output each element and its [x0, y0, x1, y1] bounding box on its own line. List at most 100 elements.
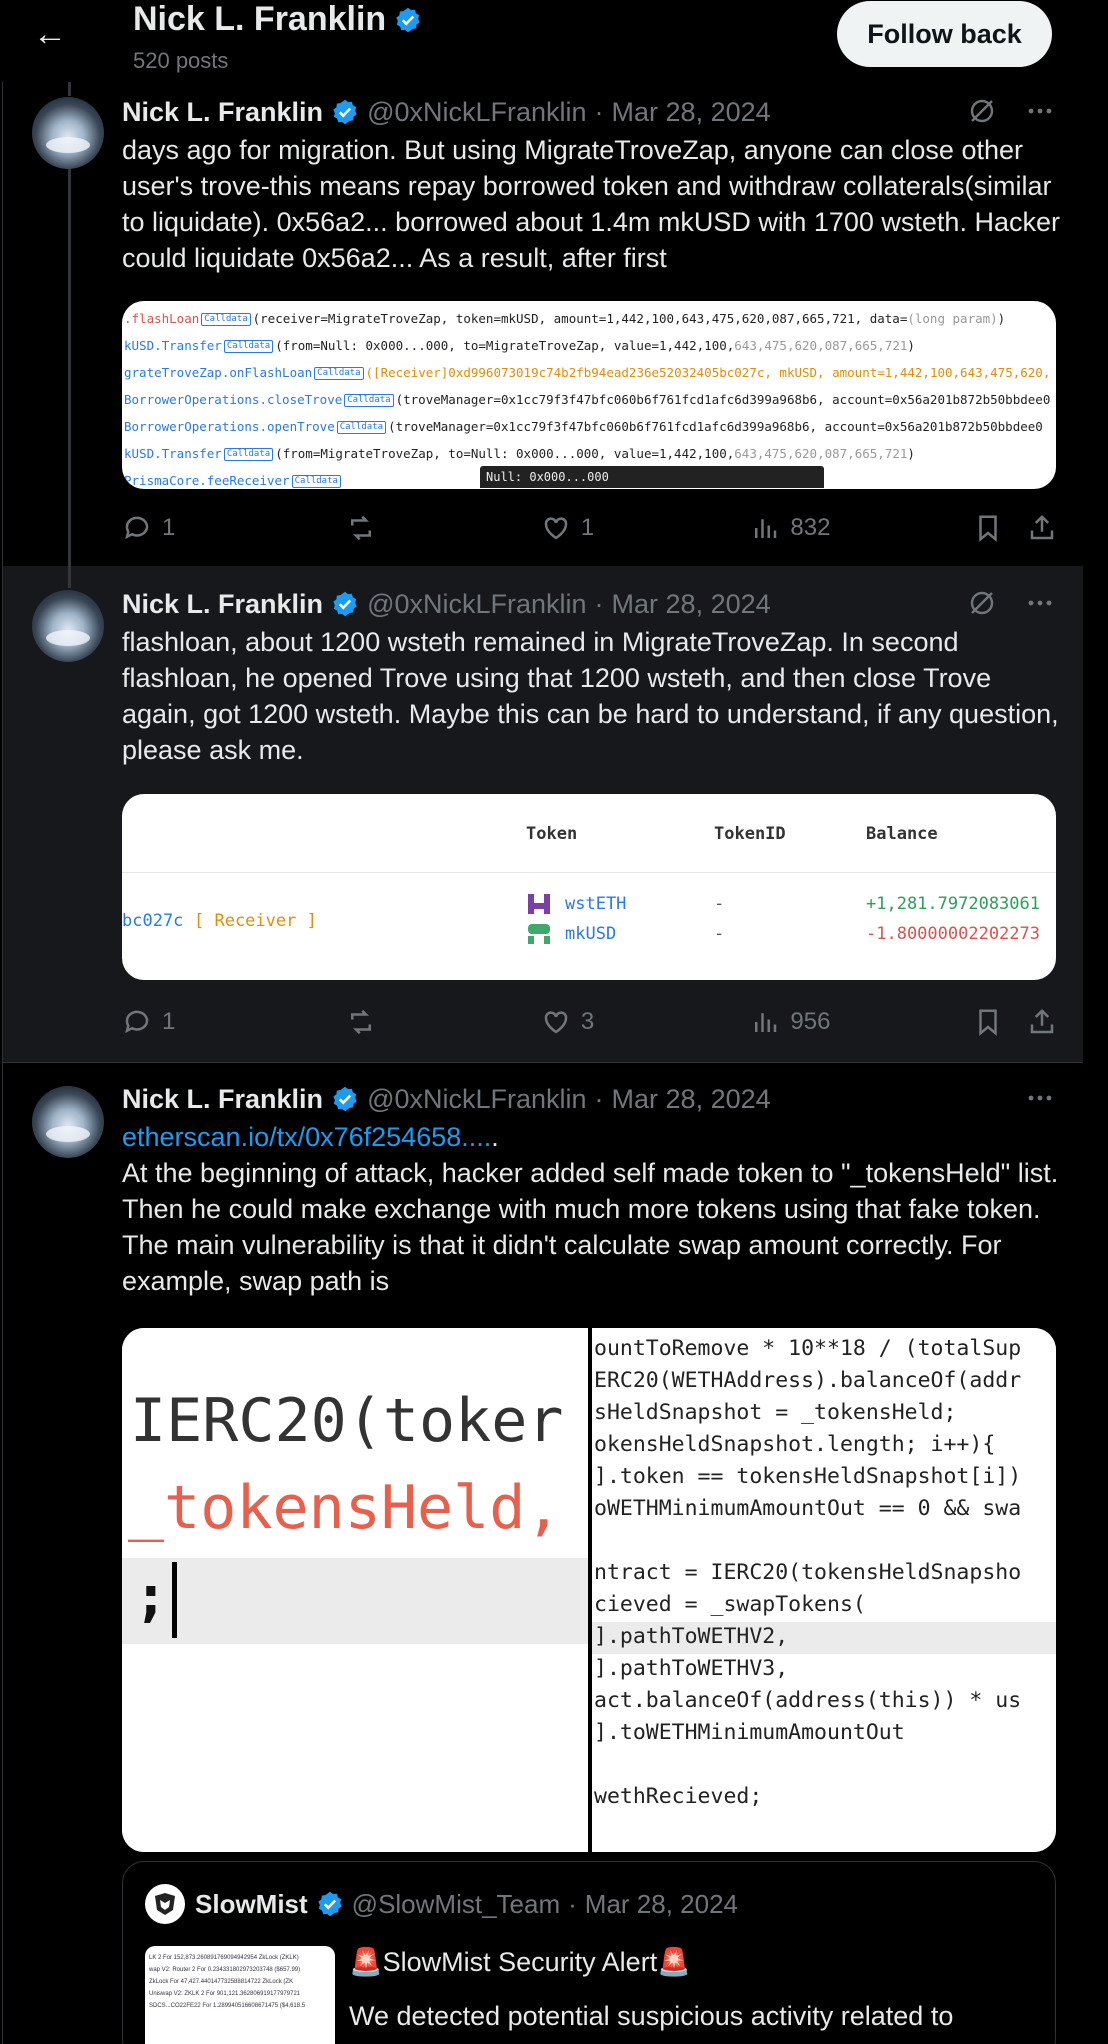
- trace-row: kUSD.Transfer Calldata (from=Null: 0x000..…: [124, 338, 915, 353]
- tweet[interactable]: Nick L. Franklin @0xNickLFranklin · Mar …: [3, 566, 1083, 1062]
- like-count: 3: [580, 1008, 595, 1035]
- tweet[interactable]: Nick L. Franklin @0xNickLFranklin · Mar …: [3, 82, 1083, 566]
- code-line: _tokensHeld,: [128, 1473, 562, 1543]
- back-arrow-icon[interactable]: ←: [30, 14, 70, 54]
- column-header: Balance: [866, 824, 938, 844]
- quoted-tweet[interactable]: SlowMist @SlowMist_Team · Mar 28, 2024 L…: [122, 1861, 1056, 2044]
- author-name[interactable]: Nick L. Franklin: [122, 589, 323, 620]
- more-options-icon[interactable]: [1025, 588, 1055, 618]
- reply-button[interactable]: 1: [122, 513, 346, 543]
- more-options-icon[interactable]: [1025, 1083, 1055, 1113]
- views-chart-icon: [755, 519, 777, 538]
- reply-count: 1: [162, 1008, 176, 1035]
- grok-icon[interactable]: [967, 588, 997, 618]
- thumb-line: LK 2 For 152,873.260891769094942954 ZkLo…: [149, 1955, 299, 1961]
- share-icon: [1030, 1008, 1054, 1034]
- code-line: ountToRemove * 10**18 / (totalSup: [594, 1336, 1022, 1361]
- heart-icon: [544, 517, 568, 540]
- views-button[interactable]: 956: [750, 1007, 972, 1037]
- bookmark-button[interactable]: [973, 513, 1027, 543]
- code-line: cieved = _swapTokens(: [594, 1592, 866, 1617]
- reply-button[interactable]: 1: [122, 1007, 346, 1037]
- more-options-icon[interactable]: [1025, 96, 1055, 126]
- grok-icon[interactable]: [967, 96, 997, 126]
- token-name[interactable]: mkUSD: [565, 924, 616, 944]
- token-id: -: [714, 894, 725, 914]
- slowmist-avatar[interactable]: [145, 1884, 185, 1924]
- trace-row: grateTroveZap.onFlashLoan Calldata ([Recei…: [124, 365, 1051, 380]
- tweet-top-icons: [967, 588, 1055, 618]
- verified-badge-icon: [333, 99, 357, 125]
- verified-badge-icon: [396, 7, 420, 32]
- repost-icon: [351, 515, 372, 541]
- tx-trace-image[interactable]: .flashLoan Calldata (receiver=MigrateTrove…: [122, 301, 1056, 489]
- thread-line: [68, 82, 71, 96]
- views-chart-icon: [755, 1013, 777, 1032]
- repost-button[interactable]: [346, 1007, 541, 1037]
- author-handle[interactable]: @0xNickLFranklin: [367, 1084, 586, 1115]
- post-count: 520 posts: [133, 48, 229, 73]
- code-screenshot-image[interactable]: IERC20(toker _tokensHeld, ; ountToRemove…: [122, 1328, 1056, 1852]
- avatar[interactable]: [32, 97, 104, 169]
- tweet[interactable]: Nick L. Franklin @0xNickLFranklin · Mar …: [3, 1062, 1083, 2044]
- repost-button[interactable]: [346, 513, 541, 543]
- like-button[interactable]: 3: [541, 1007, 750, 1037]
- tweet-actions: 1 1 832: [122, 508, 1057, 548]
- token-balance: +1,281.7972083061: [866, 894, 1040, 914]
- author-handle[interactable]: @0xNickLFranklin: [367, 97, 586, 128]
- view-count: 832: [790, 514, 831, 541]
- table-divider: [122, 872, 1056, 873]
- reply-icon: [125, 1010, 149, 1034]
- quote-author-name[interactable]: SlowMist: [195, 1889, 308, 1920]
- column-header: Token: [526, 824, 578, 844]
- token-name[interactable]: wstETH: [565, 894, 626, 914]
- author-name[interactable]: Nick L. Franklin: [122, 97, 323, 128]
- follow-back-button[interactable]: Follow back: [837, 1, 1052, 67]
- trace-row: BorrowerOperations.openTrove Calldata (tro…: [124, 419, 1043, 434]
- tweet-date[interactable]: Mar 28, 2024: [612, 1084, 771, 1115]
- quote-thumbnail[interactable]: LK 2 For 152,873.260891769094942954 ZkLo…: [145, 1946, 335, 2044]
- author-name[interactable]: Nick L. Franklin: [122, 1084, 323, 1115]
- etherscan-link[interactable]: etherscan.io/tx/0x76f254658....: [122, 1122, 491, 1152]
- verified-badge-icon: [333, 591, 357, 617]
- wsteth-token-icon: [526, 892, 554, 916]
- token-balance-image[interactable]: Token TokenID Balance bc027c [ Receiver …: [122, 794, 1056, 980]
- code-line: sHeldSnapshot = _tokensHeld;: [594, 1400, 957, 1425]
- code-line: ERC20(WETHAddress).balanceOf(addr: [594, 1368, 1022, 1393]
- trace-row: .flashLoan Calldata (receiver=MigrateTrove…: [124, 311, 1006, 326]
- tweet-meta: Nick L. Franklin @0xNickLFranklin · Mar …: [122, 586, 771, 622]
- quote-date[interactable]: Mar 28, 2024: [585, 1889, 738, 1920]
- like-count: 1: [580, 514, 595, 541]
- author-handle[interactable]: @0xNickLFranklin: [367, 589, 586, 620]
- reply-icon: [125, 516, 149, 540]
- code-line: IERC20(toker: [130, 1386, 564, 1456]
- bookmark-icon: [978, 1009, 997, 1036]
- thumb-line: SDCS...CO22FE22 For 1.289940516608671475…: [149, 2003, 306, 2009]
- thumb-line: Uniswap V2: ZKLK 2 For 901,121.362806919…: [149, 1991, 301, 1997]
- quote-author-handle[interactable]: @SlowMist_Team: [352, 1889, 560, 1920]
- avatar[interactable]: [32, 590, 104, 662]
- code-line: okensHeldSnapshot.length; i++){: [594, 1432, 996, 1457]
- code-line: ].pathToWETHV3,: [594, 1656, 789, 1681]
- share-button[interactable]: [1027, 1007, 1057, 1037]
- thumb-line: ZkLock For 47,427.440147732588814722 ZkL…: [149, 1979, 294, 1985]
- tweet-meta: Nick L. Franklin @0xNickLFranklin · Mar …: [122, 94, 771, 130]
- verified-badge-icon: [333, 1086, 357, 1112]
- bookmark-button[interactable]: [973, 1007, 1027, 1037]
- code-line: oWETHMinimumAmountOut == 0 && swa: [594, 1496, 1022, 1521]
- meta-separator: ·: [594, 588, 604, 619]
- bookmark-icon: [978, 515, 997, 542]
- avatar[interactable]: [32, 1086, 104, 1158]
- tweet-date[interactable]: Mar 28, 2024: [612, 589, 771, 620]
- tweet-top-icons: [967, 96, 1055, 126]
- tweet-text-block: etherscan.io/tx/0x76f254658..... At the …: [122, 1119, 1062, 1299]
- repost-icon: [351, 1009, 372, 1035]
- view-count: 956: [790, 1008, 831, 1035]
- tx-trace: .flashLoan Calldata (receiver=MigrateTrove…: [122, 301, 1056, 489]
- share-button[interactable]: [1027, 513, 1057, 543]
- token-balance: -1.80000002202273: [866, 924, 1040, 944]
- code-line: ].token == tokensHeldSnapshot[i]): [594, 1464, 1022, 1489]
- tweet-date[interactable]: Mar 28, 2024: [612, 97, 771, 128]
- views-button[interactable]: 832: [750, 513, 972, 543]
- like-button[interactable]: 1: [541, 513, 750, 543]
